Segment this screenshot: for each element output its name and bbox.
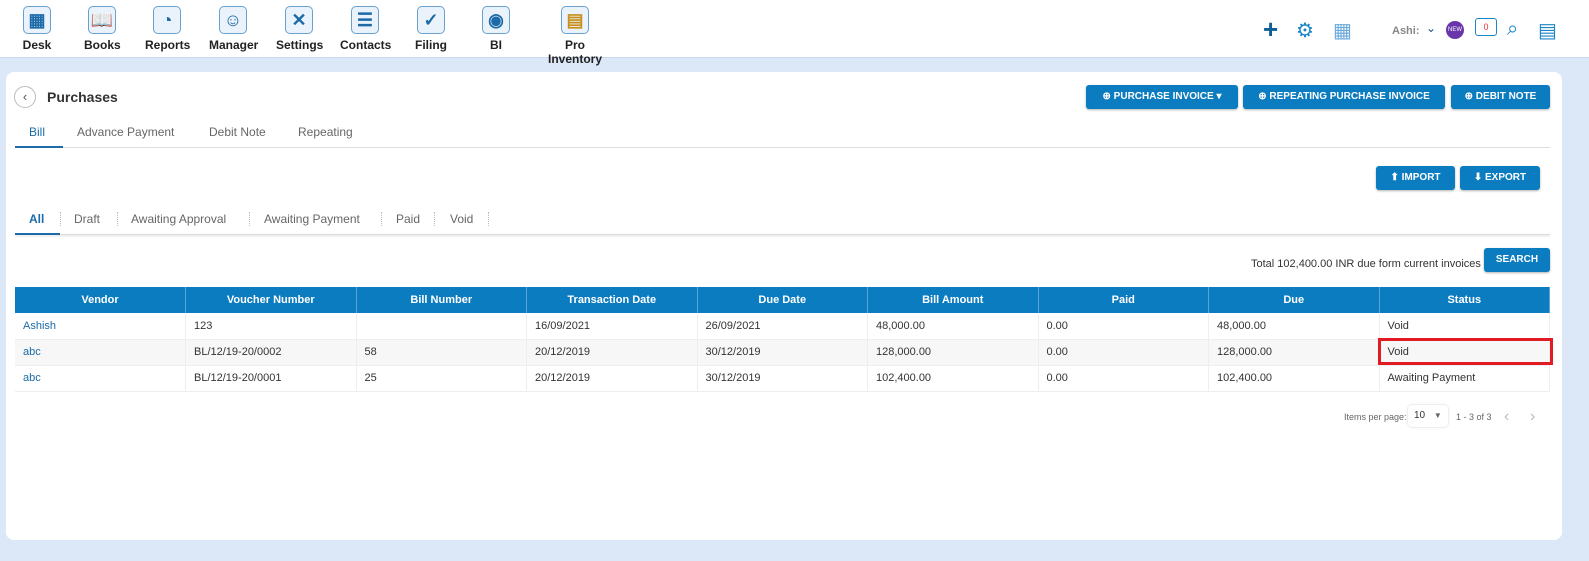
settings-icon: ✕ [285, 6, 313, 34]
table-cell: 128,000.00 [867, 339, 1039, 366]
bills-table: Vendor Voucher Number Bill Number Transacti… [15, 287, 1550, 392]
table-row[interactable]: abc BL/12/19-20/0002 58 20/12/2019 30/12/201… [15, 339, 1550, 366]
nav-settings[interactable]: ✕ Settings [276, 6, 323, 52]
items-per-page-select[interactable]: 10 ▼ [1408, 405, 1448, 427]
nav-filing[interactable]: ✓ Filing [414, 6, 448, 52]
table-cell: 0.00 [1038, 339, 1209, 366]
column-header[interactable]: Paid [1038, 287, 1209, 313]
gear-icon[interactable]: ⚙ [1296, 18, 1314, 43]
manager-icon: ☺ [219, 6, 247, 34]
tab-repeating[interactable]: Repeating [298, 125, 353, 139]
table-cell: Void [1379, 313, 1550, 340]
next-page-icon[interactable]: › [1530, 408, 1535, 426]
table-cell: BL/12/19-20/0001 [185, 365, 357, 392]
table-cell: 58 [356, 339, 527, 366]
contacts-icon: ☰ [351, 6, 379, 34]
notes-icon[interactable]: ▤ [1538, 18, 1557, 43]
column-header[interactable]: Due [1208, 287, 1380, 313]
import-button[interactable]: ⬆ IMPORT [1376, 166, 1455, 190]
tab-advance-payment[interactable]: Advance Payment [77, 125, 174, 139]
bi-icon: ◉ [482, 6, 510, 34]
calculator-icon[interactable]: ▦ [1333, 18, 1352, 43]
highlight-box [1378, 338, 1553, 365]
filter-awaiting-payment[interactable]: Awaiting Payment [264, 212, 360, 226]
tab-indicator [15, 146, 63, 148]
nav-manager[interactable]: ☺ Manager [209, 6, 258, 52]
search-icon[interactable]: ⌕ [1507, 18, 1518, 41]
table-cell: 48,000.00 [1208, 313, 1380, 340]
filter-all[interactable]: All [29, 212, 44, 226]
chevron-down-icon[interactable]: ⌄ [1426, 21, 1436, 35]
nav-contacts[interactable]: ☰ Contacts [340, 6, 391, 52]
total-due-text: Total 102,400.00 INR due form current in… [1251, 258, 1481, 270]
page-title: Purchases [47, 89, 118, 105]
table-cell: 30/12/2019 [697, 365, 868, 392]
table-cell: 102,400.00 [867, 365, 1039, 392]
plus-icon[interactable]: + [1263, 14, 1278, 45]
table-row[interactable]: abc BL/12/19-20/0001 25 20/12/2019 30/12/201… [15, 365, 1550, 392]
column-header[interactable]: Due Date [697, 287, 868, 313]
vendor-link[interactable]: abc [15, 365, 186, 392]
column-header[interactable]: Vendor [15, 287, 186, 313]
filter-paid[interactable]: Paid [396, 212, 420, 226]
new-badge-icon[interactable]: NEW [1446, 21, 1464, 39]
column-header[interactable]: Status [1379, 287, 1550, 313]
dropdown-arrow-icon: ▼ [1433, 411, 1442, 420]
export-button[interactable]: ⬇ EXPORT [1460, 166, 1540, 190]
table-cell: Awaiting Payment [1379, 365, 1550, 392]
vendor-link[interactable]: Ashish [15, 313, 186, 340]
nav-pro-inventory[interactable]: ▤ Pro Inventory [538, 6, 612, 66]
items-per-page-label: Items per page: [1344, 412, 1407, 422]
tab-bill[interactable]: Bill [29, 125, 45, 139]
table-cell: 48,000.00 [867, 313, 1039, 340]
pagination-range: 1 - 3 of 3 [1456, 412, 1492, 422]
nav-desk[interactable]: ▦ Desk [22, 6, 52, 52]
tab-divider [15, 147, 1550, 148]
desk-icon: ▦ [23, 6, 51, 34]
repeating-purchase-invoice-button[interactable]: ⊕ REPEATING PURCHASE INVOICE [1243, 85, 1445, 109]
table-cell: 128,000.00 [1208, 339, 1380, 366]
filter-void[interactable]: Void [450, 212, 473, 226]
prev-page-icon[interactable]: ‹ [1504, 408, 1509, 426]
filter-indicator [15, 233, 60, 235]
reports-icon: ◔ [153, 6, 181, 34]
filter-draft[interactable]: Draft [74, 212, 100, 226]
nav-bi[interactable]: ◉ BI [482, 6, 510, 52]
debit-note-button[interactable]: ⊕ DEBIT NOTE [1451, 85, 1550, 109]
table-cell: 0.00 [1038, 313, 1209, 340]
column-header[interactable]: Transaction Date [526, 287, 698, 313]
table-cell: 16/09/2021 [526, 313, 698, 340]
column-header[interactable]: Bill Amount [867, 287, 1039, 313]
filter-divider [15, 234, 1550, 235]
nav-books[interactable]: 📖 Books [84, 6, 121, 52]
table-cell: 25 [356, 365, 527, 392]
table-cell: 20/12/2019 [526, 339, 698, 366]
table-row[interactable]: Ashish 123 16/09/2021 26/09/2021 48,000.00 0.… [15, 313, 1550, 340]
table-cell: 30/12/2019 [697, 339, 868, 366]
top-bar: ▦ Desk 📖 Books ◔ Reports ☺ Manager ✕ Settings… [0, 0, 1589, 66]
filing-icon: ✓ [417, 6, 445, 34]
filter-awaiting-approval[interactable]: Awaiting Approval [131, 212, 226, 226]
table-cell: 26/09/2021 [697, 313, 868, 340]
notification-icon[interactable]: 0 [1475, 18, 1497, 36]
column-header[interactable]: Bill Number [356, 287, 527, 313]
table-cell: 20/12/2019 [526, 365, 698, 392]
user-menu[interactable]: Ashi: [1392, 25, 1420, 37]
search-button[interactable]: SEARCH [1484, 248, 1550, 272]
table-cell: 102,400.00 [1208, 365, 1380, 392]
table-cell: BL/12/19-20/0002 [185, 339, 357, 366]
table-cell: 123 [185, 313, 357, 340]
nav-reports[interactable]: ◔ Reports [145, 6, 190, 52]
tab-debit-note[interactable]: Debit Note [209, 125, 266, 139]
vendor-link[interactable]: abc [15, 339, 186, 366]
books-icon: 📖 [88, 6, 116, 34]
back-button[interactable]: ‹ [14, 86, 36, 108]
table-cell [356, 313, 527, 340]
pro-inventory-icon: ▤ [561, 6, 589, 34]
column-header[interactable]: Voucher Number [185, 287, 357, 313]
table-cell: 0.00 [1038, 365, 1209, 392]
purchase-invoice-button[interactable]: ⊕ PURCHASE INVOICE ▾ [1086, 85, 1238, 109]
